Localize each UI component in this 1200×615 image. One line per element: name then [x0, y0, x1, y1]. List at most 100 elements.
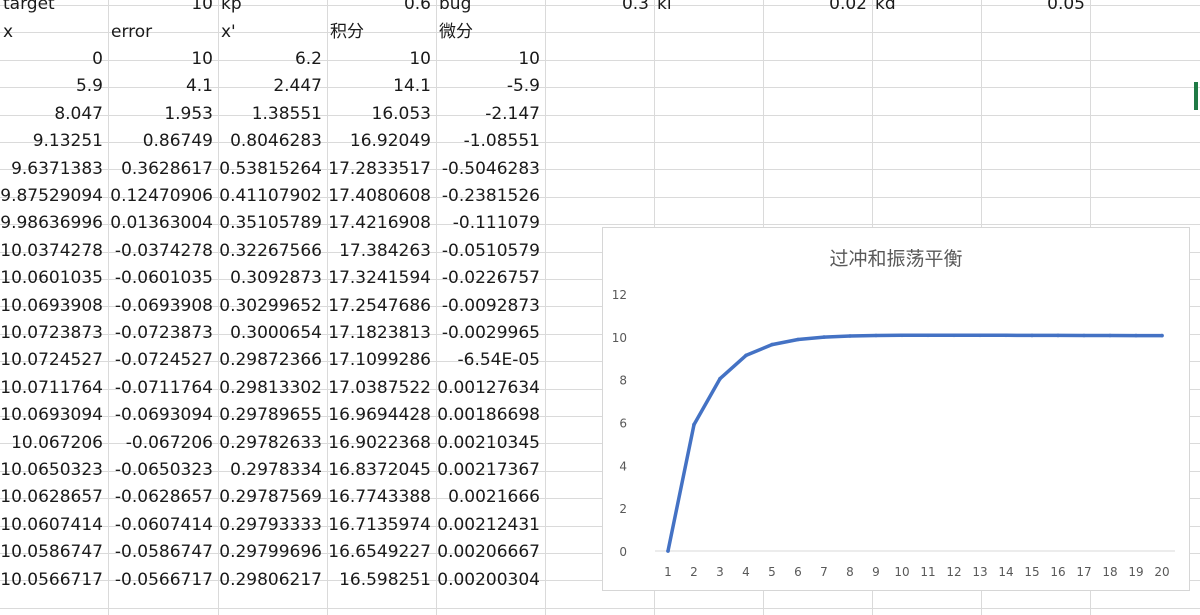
data-cell[interactable]: 17.1099286: [327, 347, 436, 374]
data-cell[interactable]: 10.0607414: [0, 512, 108, 539]
param-label-cell[interactable]: bug: [436, 0, 545, 18]
data-cell[interactable]: 0.00127634: [436, 375, 545, 402]
data-cell[interactable]: 14.1: [327, 73, 436, 100]
param-value-cell[interactable]: 0.02: [763, 0, 872, 18]
data-cell[interactable]: 10.0628657: [0, 484, 108, 511]
data-cell[interactable]: 9.6371383: [0, 156, 108, 183]
data-cell[interactable]: -0.0226757: [436, 265, 545, 292]
data-cell[interactable]: 4.1: [108, 73, 218, 100]
data-cell[interactable]: 9.13251: [0, 128, 108, 155]
data-cell[interactable]: 0.29872366: [218, 347, 327, 374]
data-cell[interactable]: -0.0029965: [436, 320, 545, 347]
data-cell[interactable]: 17.2547686: [327, 293, 436, 320]
data-cell[interactable]: -0.0586747: [108, 539, 218, 566]
data-cell[interactable]: 16.053: [327, 101, 436, 128]
data-cell[interactable]: 0.3000654: [218, 320, 327, 347]
data-cell[interactable]: -1.08551: [436, 128, 545, 155]
data-cell[interactable]: 16.92049: [327, 128, 436, 155]
data-cell[interactable]: 17.0387522: [327, 375, 436, 402]
data-cell[interactable]: 0.29813302: [218, 375, 327, 402]
data-cell[interactable]: 0.00212431: [436, 512, 545, 539]
data-cell[interactable]: 0.3628617: [108, 156, 218, 183]
param-value-cell[interactable]: 0.05: [981, 0, 1090, 18]
data-cell[interactable]: 16.9694428: [327, 402, 436, 429]
data-cell[interactable]: -0.0374278: [108, 238, 218, 265]
data-cell[interactable]: -5.9: [436, 73, 545, 100]
data-cell[interactable]: 0.01363004: [108, 210, 218, 237]
param-value-cell[interactable]: 0.6: [327, 0, 436, 18]
data-cell[interactable]: 0.29793333: [218, 512, 327, 539]
column-header-cell[interactable]: 微分: [436, 19, 545, 46]
data-cell[interactable]: 0.29787569: [218, 484, 327, 511]
data-cell[interactable]: -0.0607414: [108, 512, 218, 539]
data-cell[interactable]: -0.111079: [436, 210, 545, 237]
data-cell[interactable]: 10: [327, 46, 436, 73]
data-cell[interactable]: 0.8046283: [218, 128, 327, 155]
data-cell[interactable]: 6.2: [218, 46, 327, 73]
data-cell[interactable]: 0: [0, 46, 108, 73]
data-cell[interactable]: 10.0723873: [0, 320, 108, 347]
data-cell[interactable]: -0.0693094: [108, 402, 218, 429]
data-cell[interactable]: 2.447: [218, 73, 327, 100]
data-cell[interactable]: -0.5046283: [436, 156, 545, 183]
data-cell[interactable]: 9.87529094: [0, 183, 108, 210]
data-cell[interactable]: 0.0021666: [436, 484, 545, 511]
data-cell[interactable]: 0.29806217: [218, 567, 327, 594]
data-cell[interactable]: 16.8372045: [327, 457, 436, 484]
data-cell[interactable]: 0.32267566: [218, 238, 327, 265]
data-cell[interactable]: -0.0723873: [108, 320, 218, 347]
data-cell[interactable]: -0.0566717: [108, 567, 218, 594]
data-cell[interactable]: -0.0601035: [108, 265, 218, 292]
param-label-cell[interactable]: target: [0, 0, 108, 18]
data-cell[interactable]: 0.30299652: [218, 293, 327, 320]
data-cell[interactable]: 10.0650323: [0, 457, 108, 484]
data-cell[interactable]: -0.0510579: [436, 238, 545, 265]
data-cell[interactable]: 0.29799696: [218, 539, 327, 566]
column-header-cell[interactable]: 积分: [327, 19, 436, 46]
data-cell[interactable]: -0.0650323: [108, 457, 218, 484]
data-cell[interactable]: 0.00200304: [436, 567, 545, 594]
data-cell[interactable]: 17.4080608: [327, 183, 436, 210]
param-value-cell[interactable]: 0.3: [545, 0, 654, 18]
data-cell[interactable]: 1.38551: [218, 101, 327, 128]
param-label-cell[interactable]: kp: [218, 0, 327, 18]
data-cell[interactable]: 10.0566717: [0, 567, 108, 594]
column-header-cell[interactable]: x': [218, 19, 327, 46]
data-cell[interactable]: 10.0586747: [0, 539, 108, 566]
data-cell[interactable]: 0.12470906: [108, 183, 218, 210]
data-cell[interactable]: 1.953: [108, 101, 218, 128]
data-cell[interactable]: -0.0711764: [108, 375, 218, 402]
data-cell[interactable]: -2.147: [436, 101, 545, 128]
data-cell[interactable]: -0.067206: [108, 430, 218, 457]
data-cell[interactable]: 0.35105789: [218, 210, 327, 237]
line-chart[interactable]: 过冲和振荡平衡 0 2 4 6 8 10 12 1 2 3 4 5 6 7 8 9 10 11 12 13 14 15 16 1…: [602, 227, 1190, 591]
data-cell[interactable]: 0.3092873: [218, 265, 327, 292]
data-cell[interactable]: 17.1823813: [327, 320, 436, 347]
data-cell[interactable]: -0.0724527: [108, 347, 218, 374]
data-cell[interactable]: 16.7135974: [327, 512, 436, 539]
data-cell[interactable]: 8.047: [0, 101, 108, 128]
data-cell[interactable]: 10.0601035: [0, 265, 108, 292]
data-cell[interactable]: 17.384263: [327, 238, 436, 265]
data-cell[interactable]: 0.86749: [108, 128, 218, 155]
data-cell[interactable]: 17.4216908: [327, 210, 436, 237]
data-cell[interactable]: 0.29782633: [218, 430, 327, 457]
data-cell[interactable]: 0.00210345: [436, 430, 545, 457]
column-header-cell[interactable]: error: [108, 19, 218, 46]
data-cell[interactable]: 16.9022368: [327, 430, 436, 457]
param-value-cell[interactable]: 10: [108, 0, 218, 18]
data-cell[interactable]: 0.29789655: [218, 402, 327, 429]
data-cell[interactable]: 17.2833517: [327, 156, 436, 183]
data-cell[interactable]: -6.54E-05: [436, 347, 545, 374]
data-cell[interactable]: 16.6549227: [327, 539, 436, 566]
data-cell[interactable]: 0.00186698: [436, 402, 545, 429]
data-cell[interactable]: 0.00217367: [436, 457, 545, 484]
data-cell[interactable]: 17.3241594: [327, 265, 436, 292]
data-cell[interactable]: -0.0628657: [108, 484, 218, 511]
data-cell[interactable]: 10.0693908: [0, 293, 108, 320]
data-cell[interactable]: 10.067206: [0, 430, 108, 457]
data-cell[interactable]: 10: [108, 46, 218, 73]
data-cell[interactable]: 10.0693094: [0, 402, 108, 429]
data-cell[interactable]: 5.9: [0, 73, 108, 100]
data-cell[interactable]: 10.0374278: [0, 238, 108, 265]
